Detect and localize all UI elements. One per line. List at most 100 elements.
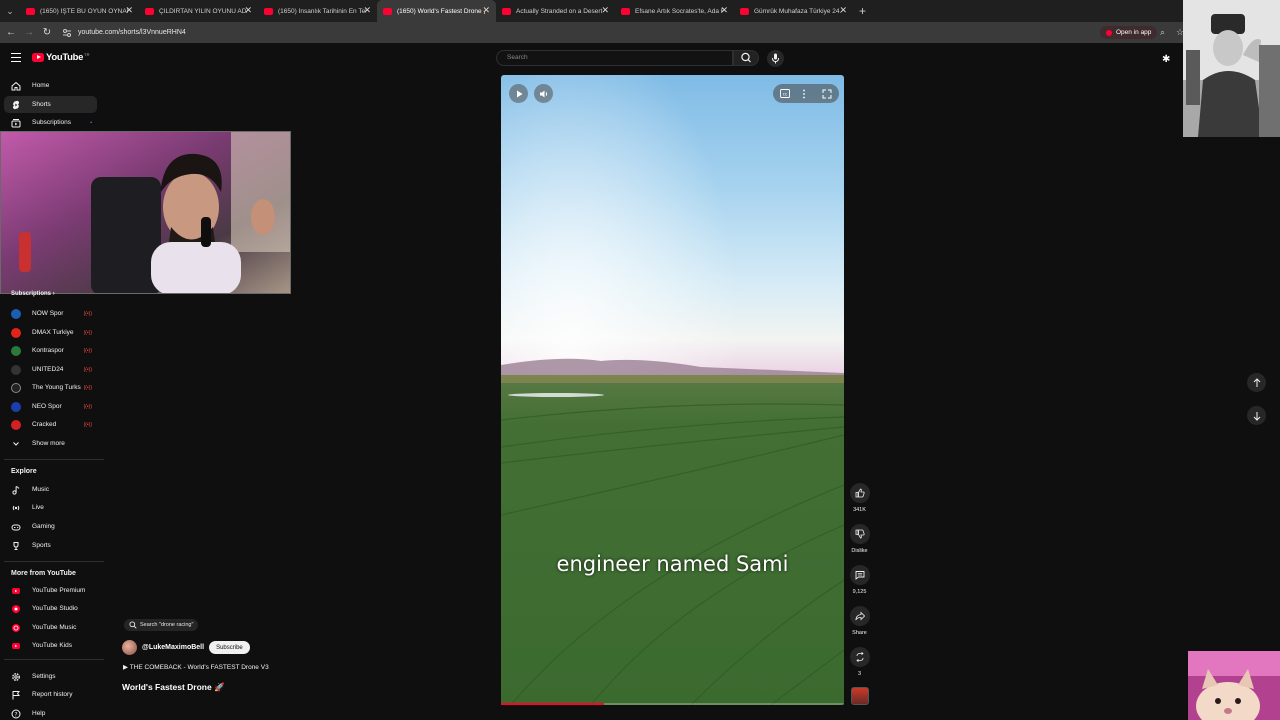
browser-tab[interactable]: Actually Stranded on a Desert ✕ — [496, 0, 615, 22]
share-button[interactable]: Share — [848, 606, 871, 636]
fullscreen-icon[interactable] — [822, 89, 832, 99]
play-triangle-icon: ▶ — [123, 664, 128, 671]
subscribe-button[interactable]: Subscribe — [209, 641, 250, 654]
logo-text: YouTube — [46, 52, 84, 63]
sidebar-item-report-history[interactable]: Report history — [0, 686, 97, 703]
menu-icon[interactable] — [11, 53, 21, 62]
more-from-youtube-header: More from YouTube — [11, 570, 76, 577]
subscriptions-icon — [11, 118, 21, 128]
sidebar-channel[interactable]: UNITED24 ((•)) — [0, 361, 97, 378]
forward-icon[interactable]: → — [20, 27, 38, 38]
sidebar-item-youtube-kids[interactable]: YouTube Kids — [0, 637, 97, 654]
sidebar-channel[interactable]: Cracked ((•)) — [0, 416, 97, 433]
close-tab-icon[interactable]: ✕ — [363, 5, 371, 16]
channel-handle[interactable]: @LukeMaximoBell — [142, 644, 204, 651]
sidebar-item-shorts[interactable]: Shorts — [4, 96, 97, 113]
channel-avatar[interactable] — [122, 640, 137, 655]
next-short-button[interactable] — [1247, 406, 1266, 425]
live-indicator-icon: ((•)) — [83, 366, 92, 373]
search-suggestion-chip[interactable]: Search "drone racing" — [124, 619, 199, 631]
channel-name: Cracked — [32, 421, 57, 428]
browser-tab-strip: ⌄ (1650) İŞTE BU OYUN OYNANIR✕ ÇILDIRTAN… — [0, 0, 1280, 22]
sidebar-item-gaming[interactable]: Gaming — [0, 518, 97, 535]
mute-button[interactable] — [534, 84, 553, 103]
open-in-app-button[interactable]: Open in app — [1100, 26, 1158, 39]
sidebar-item-subscriptions[interactable]: Subscriptions • — [0, 114, 97, 131]
subscriptions-section-header[interactable]: Subscriptions › — [11, 291, 55, 297]
black-and-white-portrait-image — [1183, 0, 1280, 137]
sidebar-item-label: Live — [32, 504, 44, 511]
youtube-favicon-icon — [145, 7, 154, 15]
sidebar-item-label: Music — [32, 486, 49, 493]
browser-tab[interactable]: ÇILDIRTAN YILIN OYUNU ADAM ✕ — [139, 0, 258, 22]
tab-title: (1650) İnsanlık Tarihinin En Tehl — [278, 7, 366, 15]
explore-header: Explore — [11, 468, 37, 475]
sound-source-avatar[interactable] — [851, 687, 869, 705]
close-tab-icon[interactable]: ✕ — [720, 5, 728, 16]
sidebar-item-label: Report history — [32, 691, 73, 698]
remix-count: 3 — [857, 671, 862, 677]
sidebar-item-live[interactable]: Live — [0, 499, 97, 516]
remix-button[interactable]: 3 — [848, 647, 871, 677]
live-indicator-icon: ((•)) — [83, 403, 92, 410]
browser-address-bar: ← → ↻ youtube.com/shorts/l3VnnueRHN4 Ope… — [0, 22, 1280, 43]
tab-search-chevron-icon[interactable]: ⌄ — [0, 0, 20, 22]
shorts-video-player[interactable]: cc engineer named Sami — [501, 75, 844, 705]
close-tab-icon[interactable]: ✕ — [601, 5, 609, 16]
youtube-favicon-icon — [26, 7, 35, 15]
youtube-logo[interactable]: YouTube TR — [32, 52, 89, 63]
sidebar-channel[interactable]: DMAX Turkiye ((•)) — [0, 324, 97, 341]
sidebar-item-sports[interactable]: Sports — [0, 537, 97, 554]
browser-tab-active[interactable]: (1650) World's Fastest Drone 🚀 ✕ — [377, 0, 496, 22]
dislike-button[interactable]: Dislike — [848, 524, 871, 554]
cat-image — [1188, 651, 1280, 720]
play-button[interactable] — [509, 84, 528, 103]
streamer-webcam-image — [1, 132, 290, 293]
related-video-link[interactable]: ▶ THE COMEBACK - World's FASTEST Drone V… — [123, 663, 269, 671]
thumbs-down-icon — [855, 529, 865, 539]
tab-title: (1650) World's Fastest Drone 🚀 — [397, 8, 485, 15]
close-tab-icon[interactable]: ✕ — [125, 5, 133, 16]
dislike-label: Dislike — [851, 548, 868, 554]
sidebar-item-help[interactable]: ? Help — [0, 705, 97, 720]
sidebar-item-youtube-music[interactable]: YouTube Music — [0, 619, 97, 636]
reload-icon[interactable]: ↻ — [38, 27, 56, 38]
more-options-icon[interactable] — [802, 89, 806, 99]
extensions-puzzle-icon[interactable]: ✱ — [1162, 54, 1170, 65]
sidebar-item-music[interactable]: Music — [0, 481, 97, 498]
sidebar-channel[interactable]: NOW Spor ((•)) — [0, 305, 97, 322]
sidebar-item-label: Help — [32, 710, 46, 717]
channel-name: NEO Spor — [32, 403, 62, 410]
site-settings-icon[interactable] — [62, 28, 72, 38]
search-button[interactable] — [733, 50, 759, 66]
sidebar-channel[interactable]: NEO Spor ((•)) — [0, 398, 97, 415]
browser-tab[interactable]: (1650) İŞTE BU OYUN OYNANIR✕ — [20, 0, 139, 22]
zoom-icon[interactable]: ⌕ — [1160, 27, 1165, 38]
sidebar-item-label: YouTube Studio — [32, 605, 78, 612]
close-tab-icon[interactable]: ✕ — [839, 5, 847, 16]
sidebar-channel[interactable]: The Young Turks ((•)) — [0, 379, 97, 396]
previous-short-button[interactable] — [1247, 373, 1266, 392]
close-tab-icon[interactable]: ✕ — [482, 5, 490, 16]
comments-button[interactable]: 9,125 — [848, 565, 871, 595]
sidebar-item-youtube-premium[interactable]: YouTube Premium — [0, 582, 97, 599]
new-tab-icon[interactable]: + — [859, 4, 866, 18]
channel-avatar — [11, 419, 21, 430]
channel-avatar — [11, 401, 21, 412]
captions-icon[interactable]: cc — [780, 89, 790, 98]
like-button[interactable]: 341K — [848, 483, 871, 513]
browser-tab[interactable]: Efsane Artık Socrates'te, Ada Fı ✕ — [615, 0, 734, 22]
sidebar-item-home[interactable]: Home — [0, 77, 97, 94]
sidebar-item-youtube-studio[interactable]: YouTube Studio — [0, 600, 97, 617]
search-input[interactable]: Search — [496, 50, 733, 66]
sidebar-show-more[interactable]: Show more — [0, 435, 97, 452]
browser-tab[interactable]: (1650) İnsanlık Tarihinin En Tehl ✕ — [258, 0, 377, 22]
sidebar-item-settings[interactable]: Settings — [0, 668, 97, 685]
browser-tab[interactable]: Gümrük Muhafaza Türkiye 24. ✕ ✕ — [734, 0, 853, 22]
video-progress-bar[interactable] — [501, 703, 844, 705]
url-field[interactable]: youtube.com/shorts/l3VnnueRHN4 — [78, 29, 186, 36]
back-icon[interactable]: ← — [2, 27, 20, 38]
sidebar-channel[interactable]: Kontraspor ((•)) — [0, 342, 97, 359]
voice-search-button[interactable] — [767, 50, 784, 67]
close-tab-icon[interactable]: ✕ — [244, 5, 252, 16]
